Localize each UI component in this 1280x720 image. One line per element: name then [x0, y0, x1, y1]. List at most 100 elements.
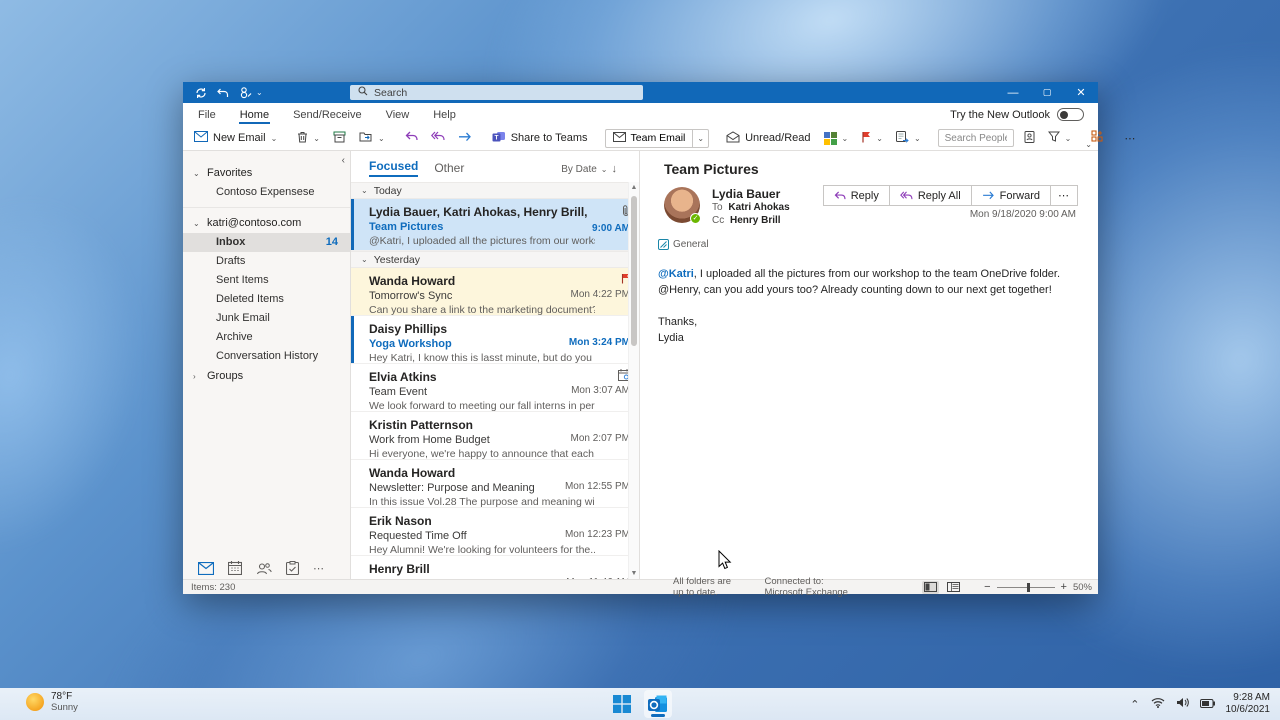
- folder-pane: ‹ ⌄ Favorites Contoso Expensese ⌄ katri@…: [183, 151, 350, 579]
- reply-button[interactable]: [402, 129, 421, 147]
- reply-all-button[interactable]: [428, 129, 448, 147]
- quick-steps-dropdown-icon[interactable]: ⌄: [692, 130, 708, 147]
- undo-icon[interactable]: [217, 87, 229, 99]
- tasks-module-icon[interactable]: [286, 561, 299, 575]
- sort-by-date[interactable]: By Date ⌄ ↓: [561, 163, 617, 175]
- calendar-module-icon[interactable]: [228, 561, 242, 575]
- folder-sent-items[interactable]: Sent Items: [183, 271, 350, 290]
- share-to-teams-button[interactable]: T Share to Teams: [489, 128, 591, 148]
- battery-icon[interactable]: [1200, 695, 1215, 713]
- search-people-input[interactable]: [938, 129, 1014, 147]
- pen-mode-icon[interactable]: [239, 86, 252, 99]
- message-list-scrollbar[interactable]: ▲ ▼: [628, 182, 639, 579]
- new-email-button[interactable]: New Email⌄: [191, 129, 280, 147]
- email-item-work-from-home-budget[interactable]: Kristin Patternson Work from Home Budget…: [351, 412, 639, 460]
- sender-name[interactable]: Lydia Bauer: [712, 187, 790, 201]
- menu-help[interactable]: Help: [432, 105, 457, 124]
- forward-button[interactable]: [455, 130, 475, 147]
- favorite-contoso-expensese[interactable]: Contoso Expensese: [183, 183, 350, 202]
- zoom-control: − + 50%: [984, 581, 1092, 593]
- maximize-button[interactable]: ▢: [1030, 82, 1064, 103]
- email-item-project-update[interactable]: Henry Brill Project Update Mon 11:46 AM: [351, 556, 639, 579]
- folder-archive[interactable]: Archive: [183, 328, 350, 347]
- zoom-in-button[interactable]: +: [1061, 581, 1067, 593]
- show-hidden-icons-button[interactable]: ⌃: [1130, 698, 1139, 711]
- folder-junk-email[interactable]: Junk Email: [183, 309, 350, 328]
- forward-button[interactable]: Forward: [971, 185, 1051, 206]
- search-input[interactable]: [374, 87, 635, 99]
- reply-button[interactable]: Reply: [823, 185, 890, 206]
- mail-module-icon[interactable]: [198, 562, 214, 575]
- start-button[interactable]: [608, 690, 636, 718]
- folder-inbox[interactable]: Inbox 14: [183, 233, 350, 252]
- email-item-tomorrows-sync[interactable]: Wanda Howard Tomorrow's Sync Can you sha…: [351, 268, 639, 316]
- sort-direction-icon[interactable]: ↓: [612, 163, 618, 175]
- cc-recipient[interactable]: Henry Brill: [730, 215, 781, 226]
- sensitivity-label[interactable]: General: [656, 239, 1078, 250]
- group-header-yesterday[interactable]: ⌄ Yesterday: [351, 251, 639, 268]
- more-actions-button[interactable]: ⋯: [1050, 185, 1078, 206]
- people-module-icon[interactable]: [256, 562, 272, 575]
- sender-avatar[interactable]: ✓: [664, 187, 700, 223]
- email-item-team-event[interactable]: Elvia Atkins Team Event We look forward …: [351, 364, 639, 412]
- filter-email-button[interactable]: ⌄: [1045, 129, 1075, 147]
- more-commands-button[interactable]: ⋯: [1121, 130, 1139, 147]
- to-line: To Katri Ahokas: [712, 202, 790, 214]
- normal-view-button[interactable]: [922, 581, 939, 594]
- collapse-folder-pane-icon[interactable]: ‹: [342, 155, 345, 166]
- email-item-newsletter[interactable]: Wanda Howard Newsletter: Purpose and Mea…: [351, 460, 639, 508]
- favorites-header[interactable]: ⌄ Favorites: [183, 163, 350, 183]
- reading-view-button[interactable]: [945, 581, 962, 594]
- email-item-yoga-workshop[interactable]: Daisy Phillips Yoga Workshop Hey Katri, …: [351, 316, 639, 364]
- to-recipient[interactable]: Katri Ahokas: [728, 202, 789, 213]
- delete-button[interactable]: ⌄: [294, 129, 323, 148]
- wifi-icon[interactable]: [1151, 695, 1165, 713]
- divider: [183, 207, 350, 208]
- archive-button[interactable]: [330, 129, 349, 148]
- address-book-button[interactable]: [1021, 129, 1038, 148]
- close-button[interactable]: ✕: [1064, 82, 1098, 103]
- zoom-slider[interactable]: [997, 587, 1055, 588]
- quick-step-team-email[interactable]: Team Email ⌄: [605, 129, 710, 148]
- categorize-button[interactable]: ⌄: [821, 130, 852, 147]
- minimize-button[interactable]: —: [996, 82, 1030, 103]
- scroll-down-icon[interactable]: ▼: [629, 570, 639, 577]
- more-modules-icon[interactable]: ⋯: [313, 562, 325, 575]
- email-item-requested-time-off[interactable]: Erik Nason Requested Time Off Hey Alumni…: [351, 508, 639, 556]
- reply-all-button[interactable]: Reply All: [889, 185, 972, 206]
- email-item-team-pictures[interactable]: Lydia Bauer, Katri Ahokas, Henry Brill, …: [351, 199, 639, 251]
- zoom-level[interactable]: 50%: [1073, 582, 1092, 593]
- scrollbar-thumb[interactable]: [631, 196, 637, 346]
- zoom-slider-thumb[interactable]: [1027, 583, 1030, 592]
- group-header-today[interactable]: ⌄ Today: [351, 182, 639, 199]
- taskbar-clock[interactable]: 9:28 AM 10/6/2021: [1226, 692, 1271, 716]
- tab-other[interactable]: Other: [434, 161, 464, 177]
- mention-katri[interactable]: @Katri: [658, 268, 694, 280]
- taskbar-weather-widget[interactable]: 78°F Sunny: [26, 691, 78, 713]
- folder-drafts[interactable]: Drafts: [183, 252, 350, 271]
- groups-header[interactable]: › Groups: [183, 366, 350, 386]
- menu-file[interactable]: File: [197, 105, 217, 124]
- search-box[interactable]: [350, 85, 643, 100]
- move-to-button[interactable]: ⌄: [356, 129, 388, 148]
- send-receive-icon[interactable]: [195, 87, 207, 99]
- quick-access-dropdown-icon[interactable]: ⌄: [256, 88, 263, 97]
- menu-view[interactable]: View: [385, 105, 411, 124]
- rules-button[interactable]: ⌄: [893, 129, 924, 148]
- follow-up-button[interactable]: ⌄: [858, 129, 886, 148]
- account-header[interactable]: ⌄ katri@contoso.com: [183, 213, 350, 233]
- weather-condition: Sunny: [51, 702, 78, 713]
- new-outlook-toggle[interactable]: [1057, 108, 1084, 121]
- tab-focused[interactable]: Focused: [369, 159, 418, 177]
- menu-home[interactable]: Home: [239, 105, 270, 124]
- ribbon-collapse-icon[interactable]: ⌄: [1085, 140, 1092, 149]
- zoom-out-button[interactable]: −: [984, 581, 990, 593]
- envelope-icon: [194, 131, 208, 145]
- unread-read-button[interactable]: Unread/Read: [723, 129, 813, 148]
- folder-deleted-items[interactable]: Deleted Items: [183, 290, 350, 309]
- scroll-up-icon[interactable]: ▲: [629, 184, 639, 191]
- menu-send-receive[interactable]: Send/Receive: [292, 105, 363, 124]
- volume-icon[interactable]: [1176, 695, 1189, 713]
- folder-conversation-history[interactable]: Conversation History: [183, 347, 350, 366]
- taskbar-outlook-button[interactable]: [644, 690, 672, 718]
